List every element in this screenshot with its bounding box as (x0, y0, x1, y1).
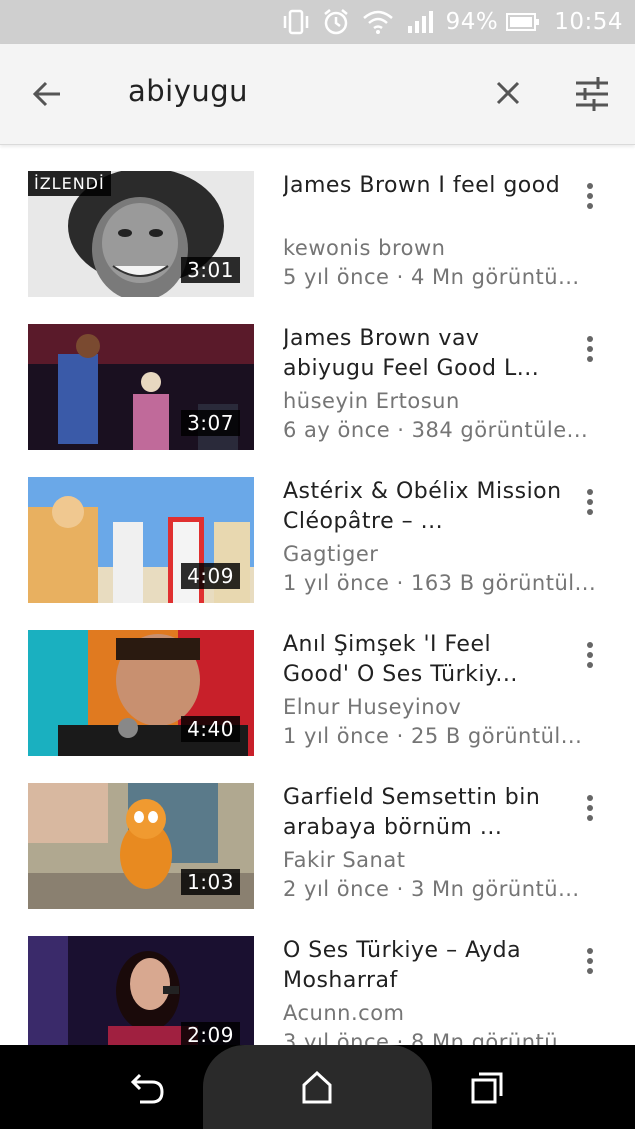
video-title[interactable]: Anıl Şimşek 'I Feel Good' O Ses Türkiy..… (283, 630, 563, 690)
channel-name: Acunn.com (283, 1001, 405, 1025)
list-item[interactable]: 1:03 Garfield Semsettin bin arabaya börn… (0, 757, 635, 909)
list-item[interactable]: İZLENDİ 3:01 James Brown I feel good kew… (0, 145, 635, 297)
filter-icon[interactable] (572, 74, 612, 114)
video-duration: 3:07 (181, 410, 240, 436)
video-meta: 3 yıl önce · 8 Mn görüntü... (283, 1030, 580, 1045)
video-duration: 4:09 (181, 563, 240, 589)
battery-percent: 94% (445, 9, 499, 35)
more-options-icon[interactable] (578, 793, 602, 825)
more-options-icon[interactable] (578, 640, 602, 672)
more-options-icon[interactable] (578, 181, 602, 213)
status-icons: 94% 10:54 (282, 0, 623, 44)
video-duration: 3:01 (181, 257, 240, 283)
nav-recents-icon[interactable] (470, 1071, 504, 1105)
channel-name: kewonis brown (283, 236, 446, 260)
more-options-icon[interactable] (578, 334, 602, 366)
signal-icon (406, 10, 434, 34)
video-title[interactable]: Garfield Semsettin bin arabaya börnüm ..… (283, 783, 563, 843)
list-item[interactable]: 4:09 Astérix & Obélix Mission Cléopâtre … (0, 451, 635, 603)
back-arrow-icon[interactable] (28, 74, 68, 114)
video-thumbnail[interactable]: 3:07 (28, 324, 254, 450)
list-item[interactable]: 2:09 O Ses Türkiye – Ayda Mosharraf Acun… (0, 910, 635, 1045)
clear-icon[interactable] (490, 75, 526, 111)
video-meta: 5 yıl önce · 4 Mn görüntü... (283, 265, 580, 289)
watched-badge: İZLENDİ (28, 171, 111, 196)
search-toolbar: abiyugu (0, 44, 635, 145)
list-item[interactable]: 4:40 Anıl Şimşek 'I Feel Good' O Ses Tür… (0, 604, 635, 756)
video-thumbnail[interactable]: 4:09 (28, 477, 254, 603)
alarm-icon (322, 8, 350, 36)
nav-back-icon[interactable] (130, 1071, 166, 1105)
vibrate-icon (282, 9, 310, 35)
channel-name: Gagtiger (283, 542, 379, 566)
channel-name: Elnur Huseyinov (283, 695, 462, 719)
list-item[interactable]: 3:07 James Brown vav abiyugu Feel Good L… (0, 298, 635, 450)
video-title[interactable]: James Brown I feel good (283, 171, 563, 201)
nav-home-icon[interactable] (300, 1069, 334, 1105)
video-meta: 6 ay önce · 384 görüntüle... (283, 418, 589, 442)
video-title[interactable]: Astérix & Obélix Mission Cléopâtre – ... (283, 477, 563, 537)
video-thumbnail[interactable]: 1:03 (28, 783, 254, 909)
search-query[interactable]: abiyugu (128, 74, 248, 108)
video-duration: 1:03 (181, 869, 240, 895)
video-title[interactable]: James Brown vav abiyugu Feel Good L... (283, 324, 563, 384)
video-meta: 1 yıl önce · 163 B görüntül... (283, 571, 597, 595)
channel-name: hüseyin Ertosun (283, 389, 460, 413)
video-duration: 2:09 (181, 1022, 240, 1045)
video-thumbnail[interactable]: 2:09 (28, 936, 254, 1045)
video-duration: 4:40 (181, 716, 240, 742)
video-meta: 1 yıl önce · 25 B görüntül... (283, 724, 583, 748)
channel-name: Fakir Sanat (283, 848, 406, 872)
video-thumbnail[interactable]: 4:40 (28, 630, 254, 756)
video-title[interactable]: O Ses Türkiye – Ayda Mosharraf (283, 936, 563, 996)
status-bar: 94% 10:54 (0, 0, 635, 44)
wifi-icon (362, 9, 394, 35)
video-meta: 2 yıl önce · 3 Mn görüntü... (283, 877, 580, 901)
battery-icon (506, 12, 540, 32)
more-options-icon[interactable] (578, 946, 602, 978)
more-options-icon[interactable] (578, 487, 602, 519)
navigation-bar (0, 1045, 635, 1129)
search-results-list: İZLENDİ 3:01 James Brown I feel good kew… (0, 145, 635, 1045)
video-thumbnail[interactable]: İZLENDİ 3:01 (28, 171, 254, 297)
clock: 10:54 (554, 9, 623, 35)
